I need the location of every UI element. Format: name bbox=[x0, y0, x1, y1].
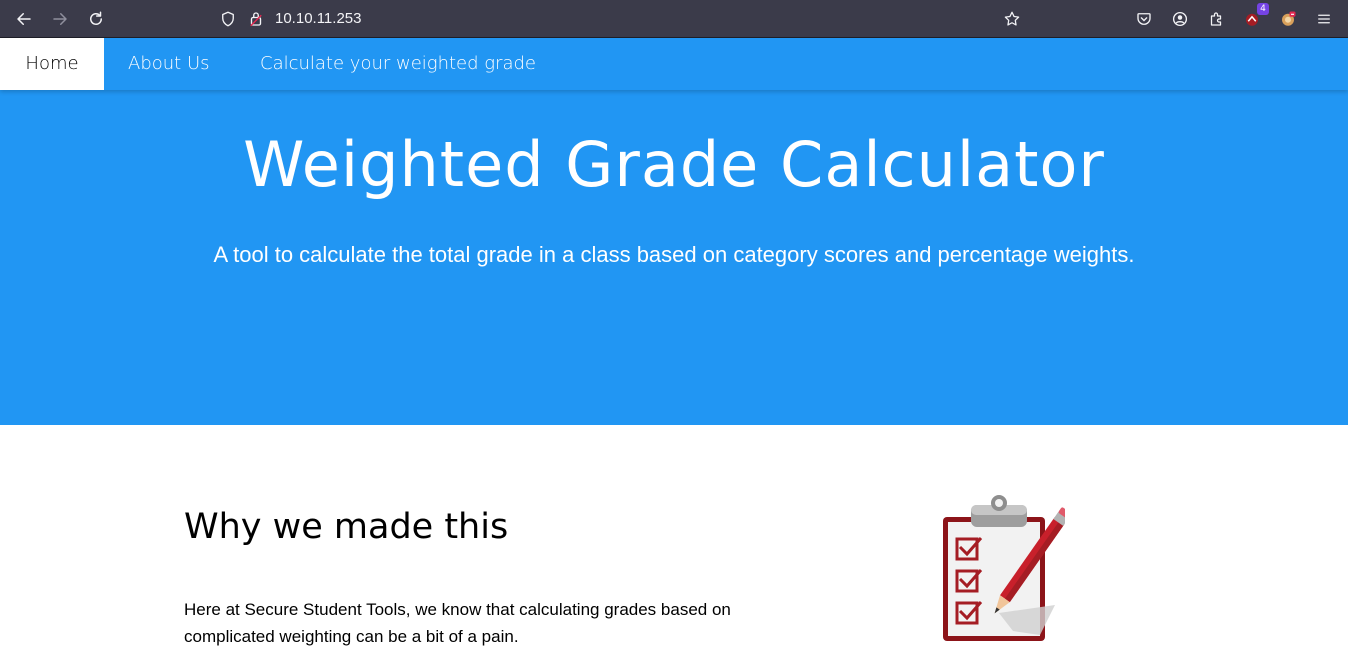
reload-icon[interactable] bbox=[84, 7, 108, 31]
url-text[interactable]: 10.10.11.253 bbox=[275, 9, 361, 29]
site-navbar: Home About Us Calculate your weighted gr… bbox=[0, 38, 1348, 90]
nav-home[interactable]: Home bbox=[0, 38, 104, 90]
shield-icon[interactable] bbox=[216, 7, 240, 31]
page-title: Weighted Grade Calculator bbox=[243, 128, 1105, 201]
section-title: Why we made this bbox=[184, 507, 509, 547]
hero-banner: Weighted Grade Calculator A tool to calc… bbox=[0, 90, 1348, 425]
pocket-icon[interactable] bbox=[1132, 7, 1156, 31]
main-content: Why we made this Here at Secure Student … bbox=[0, 425, 1348, 661]
extensions-icon[interactable] bbox=[1204, 7, 1228, 31]
extension-icon[interactable]: 4 bbox=[1240, 3, 1269, 31]
nav-about-us[interactable]: About Us bbox=[104, 38, 234, 90]
account-icon[interactable] bbox=[1168, 7, 1192, 31]
star-icon[interactable] bbox=[1000, 7, 1024, 31]
nav-calculate[interactable]: Calculate your weighted grade bbox=[236, 38, 560, 90]
browser-toolbar: 10.10.11.253 4 bbox=[0, 0, 1348, 38]
extension-badge: 4 bbox=[1257, 3, 1269, 15]
menu-icon[interactable] bbox=[1312, 7, 1336, 31]
back-icon[interactable] bbox=[12, 7, 36, 31]
addon-icon[interactable] bbox=[1276, 7, 1300, 31]
forward-icon[interactable] bbox=[48, 7, 72, 31]
hero-subtitle: A tool to calculate the total grade in a… bbox=[213, 242, 1135, 267]
section-text: Here at Secure Student Tools, we know th… bbox=[184, 600, 731, 646]
clipboard-checklist-icon bbox=[935, 495, 1072, 645]
lock-icon[interactable] bbox=[244, 7, 268, 31]
